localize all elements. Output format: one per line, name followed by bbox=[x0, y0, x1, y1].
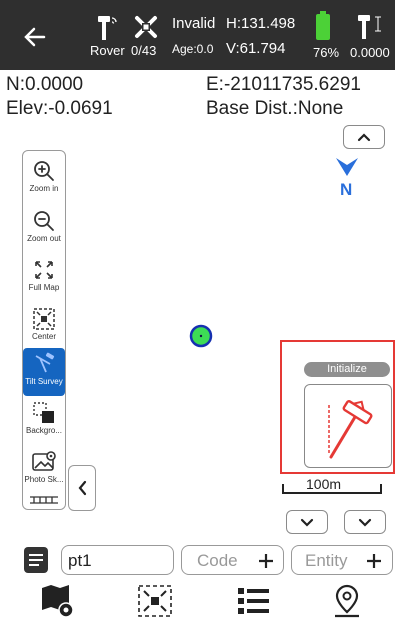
mode-label: Rover bbox=[90, 43, 125, 58]
point-name-value: pt1 bbox=[68, 551, 92, 570]
add-entity-icon[interactable] bbox=[363, 550, 385, 572]
code-field[interactable]: Code bbox=[181, 545, 284, 575]
v-precision: V:61.794 bbox=[226, 40, 286, 57]
chevron-down-icon bbox=[300, 518, 314, 527]
tilt-pole-button[interactable] bbox=[304, 384, 392, 468]
tilt-survey-panel: Initialize bbox=[280, 340, 395, 474]
collapse-toolbar-button[interactable] bbox=[68, 465, 96, 511]
entity-field[interactable]: Entity bbox=[291, 545, 393, 575]
zoom-in-label: Zoom in bbox=[29, 184, 59, 193]
coordinate-panel: N:0.0000 E:-21011735.6291 Elev:-0.0691 B… bbox=[0, 70, 395, 122]
add-code-icon[interactable] bbox=[255, 550, 277, 572]
rover-antenna-icon bbox=[98, 16, 117, 40]
zoom-out-icon bbox=[34, 211, 54, 231]
satellite-count: 0/43 bbox=[131, 43, 157, 58]
east-coordinate: E:-21011735.6291 bbox=[206, 74, 361, 95]
solution-status: Invalid bbox=[172, 15, 216, 32]
expand-down-button-right[interactable] bbox=[344, 510, 386, 534]
ruler-icon[interactable] bbox=[28, 493, 60, 505]
scale-bar: 100m bbox=[282, 476, 382, 494]
north-label: N bbox=[340, 180, 353, 199]
background-label: Backgro... bbox=[25, 426, 62, 435]
photo-sketch-icon bbox=[32, 451, 56, 471]
scale-ruler bbox=[282, 484, 382, 494]
battery-icon bbox=[316, 11, 330, 40]
expand-down-button-left[interactable] bbox=[286, 510, 328, 534]
map-toolbar: Zoom in Zoom out Full Map Center Tilt Su… bbox=[22, 150, 66, 510]
back-arrow-icon[interactable] bbox=[18, 20, 52, 54]
zoom-in-icon bbox=[34, 161, 54, 181]
antenna-height: 0.0000 bbox=[350, 45, 390, 60]
h-precision: H:131.498 bbox=[226, 15, 296, 32]
full-map-button[interactable]: Full Map bbox=[23, 254, 65, 302]
point-name-field[interactable]: pt1 bbox=[61, 545, 174, 575]
photo-sketch-label: Photo Sk... bbox=[24, 475, 64, 484]
chevron-down-icon bbox=[358, 518, 372, 527]
position-marker-icon bbox=[189, 324, 213, 348]
list-icon bbox=[29, 554, 43, 566]
location-pin-icon[interactable] bbox=[332, 584, 362, 618]
north-coordinate: N:0.0000 bbox=[6, 74, 84, 95]
center-icon bbox=[33, 308, 55, 330]
initialize-button[interactable]: Initialize bbox=[304, 362, 390, 377]
chevron-up-icon bbox=[357, 133, 371, 142]
collapse-info-button[interactable] bbox=[343, 125, 385, 149]
base-distance: Base Dist.:None bbox=[206, 98, 344, 119]
background-button[interactable]: Backgro... bbox=[23, 397, 65, 445]
battery-percent: 76% bbox=[313, 45, 340, 60]
satellite-icon bbox=[135, 16, 157, 38]
code-placeholder: Code bbox=[197, 551, 238, 570]
list-button[interactable] bbox=[24, 547, 48, 573]
elevation: Elev:-0.0691 bbox=[6, 98, 113, 119]
list-menu-icon[interactable] bbox=[236, 584, 272, 618]
background-icon bbox=[33, 402, 54, 423]
photo-sketch-button[interactable]: Photo Sk... bbox=[23, 446, 65, 494]
zoom-in-button[interactable]: Zoom in bbox=[23, 155, 65, 203]
bottom-nav bbox=[0, 582, 395, 619]
center-map-icon[interactable] bbox=[137, 584, 173, 618]
zoom-out-label: Zoom out bbox=[27, 234, 61, 243]
zoom-out-button[interactable]: Zoom out bbox=[23, 205, 65, 253]
tilt-survey-icon bbox=[35, 352, 55, 373]
center-label: Center bbox=[31, 332, 56, 341]
tilt-survey-label: Tilt Survey bbox=[25, 377, 63, 386]
age-label: Age:0.0 bbox=[172, 42, 214, 56]
full-map-label: Full Map bbox=[28, 283, 60, 292]
chevron-left-icon bbox=[78, 480, 87, 496]
tilt-survey-button[interactable]: Tilt Survey bbox=[23, 348, 65, 396]
full-map-icon bbox=[35, 261, 53, 279]
center-button[interactable]: Center bbox=[23, 303, 65, 351]
antenna-height-icon bbox=[358, 15, 381, 39]
status-bar: Rover 0/43 Invalid Age:0.0 H:131.498 V:6… bbox=[0, 0, 395, 70]
map-settings-icon[interactable] bbox=[40, 584, 76, 618]
tilted-pole-icon bbox=[328, 400, 373, 459]
entity-placeholder: Entity bbox=[305, 551, 348, 570]
